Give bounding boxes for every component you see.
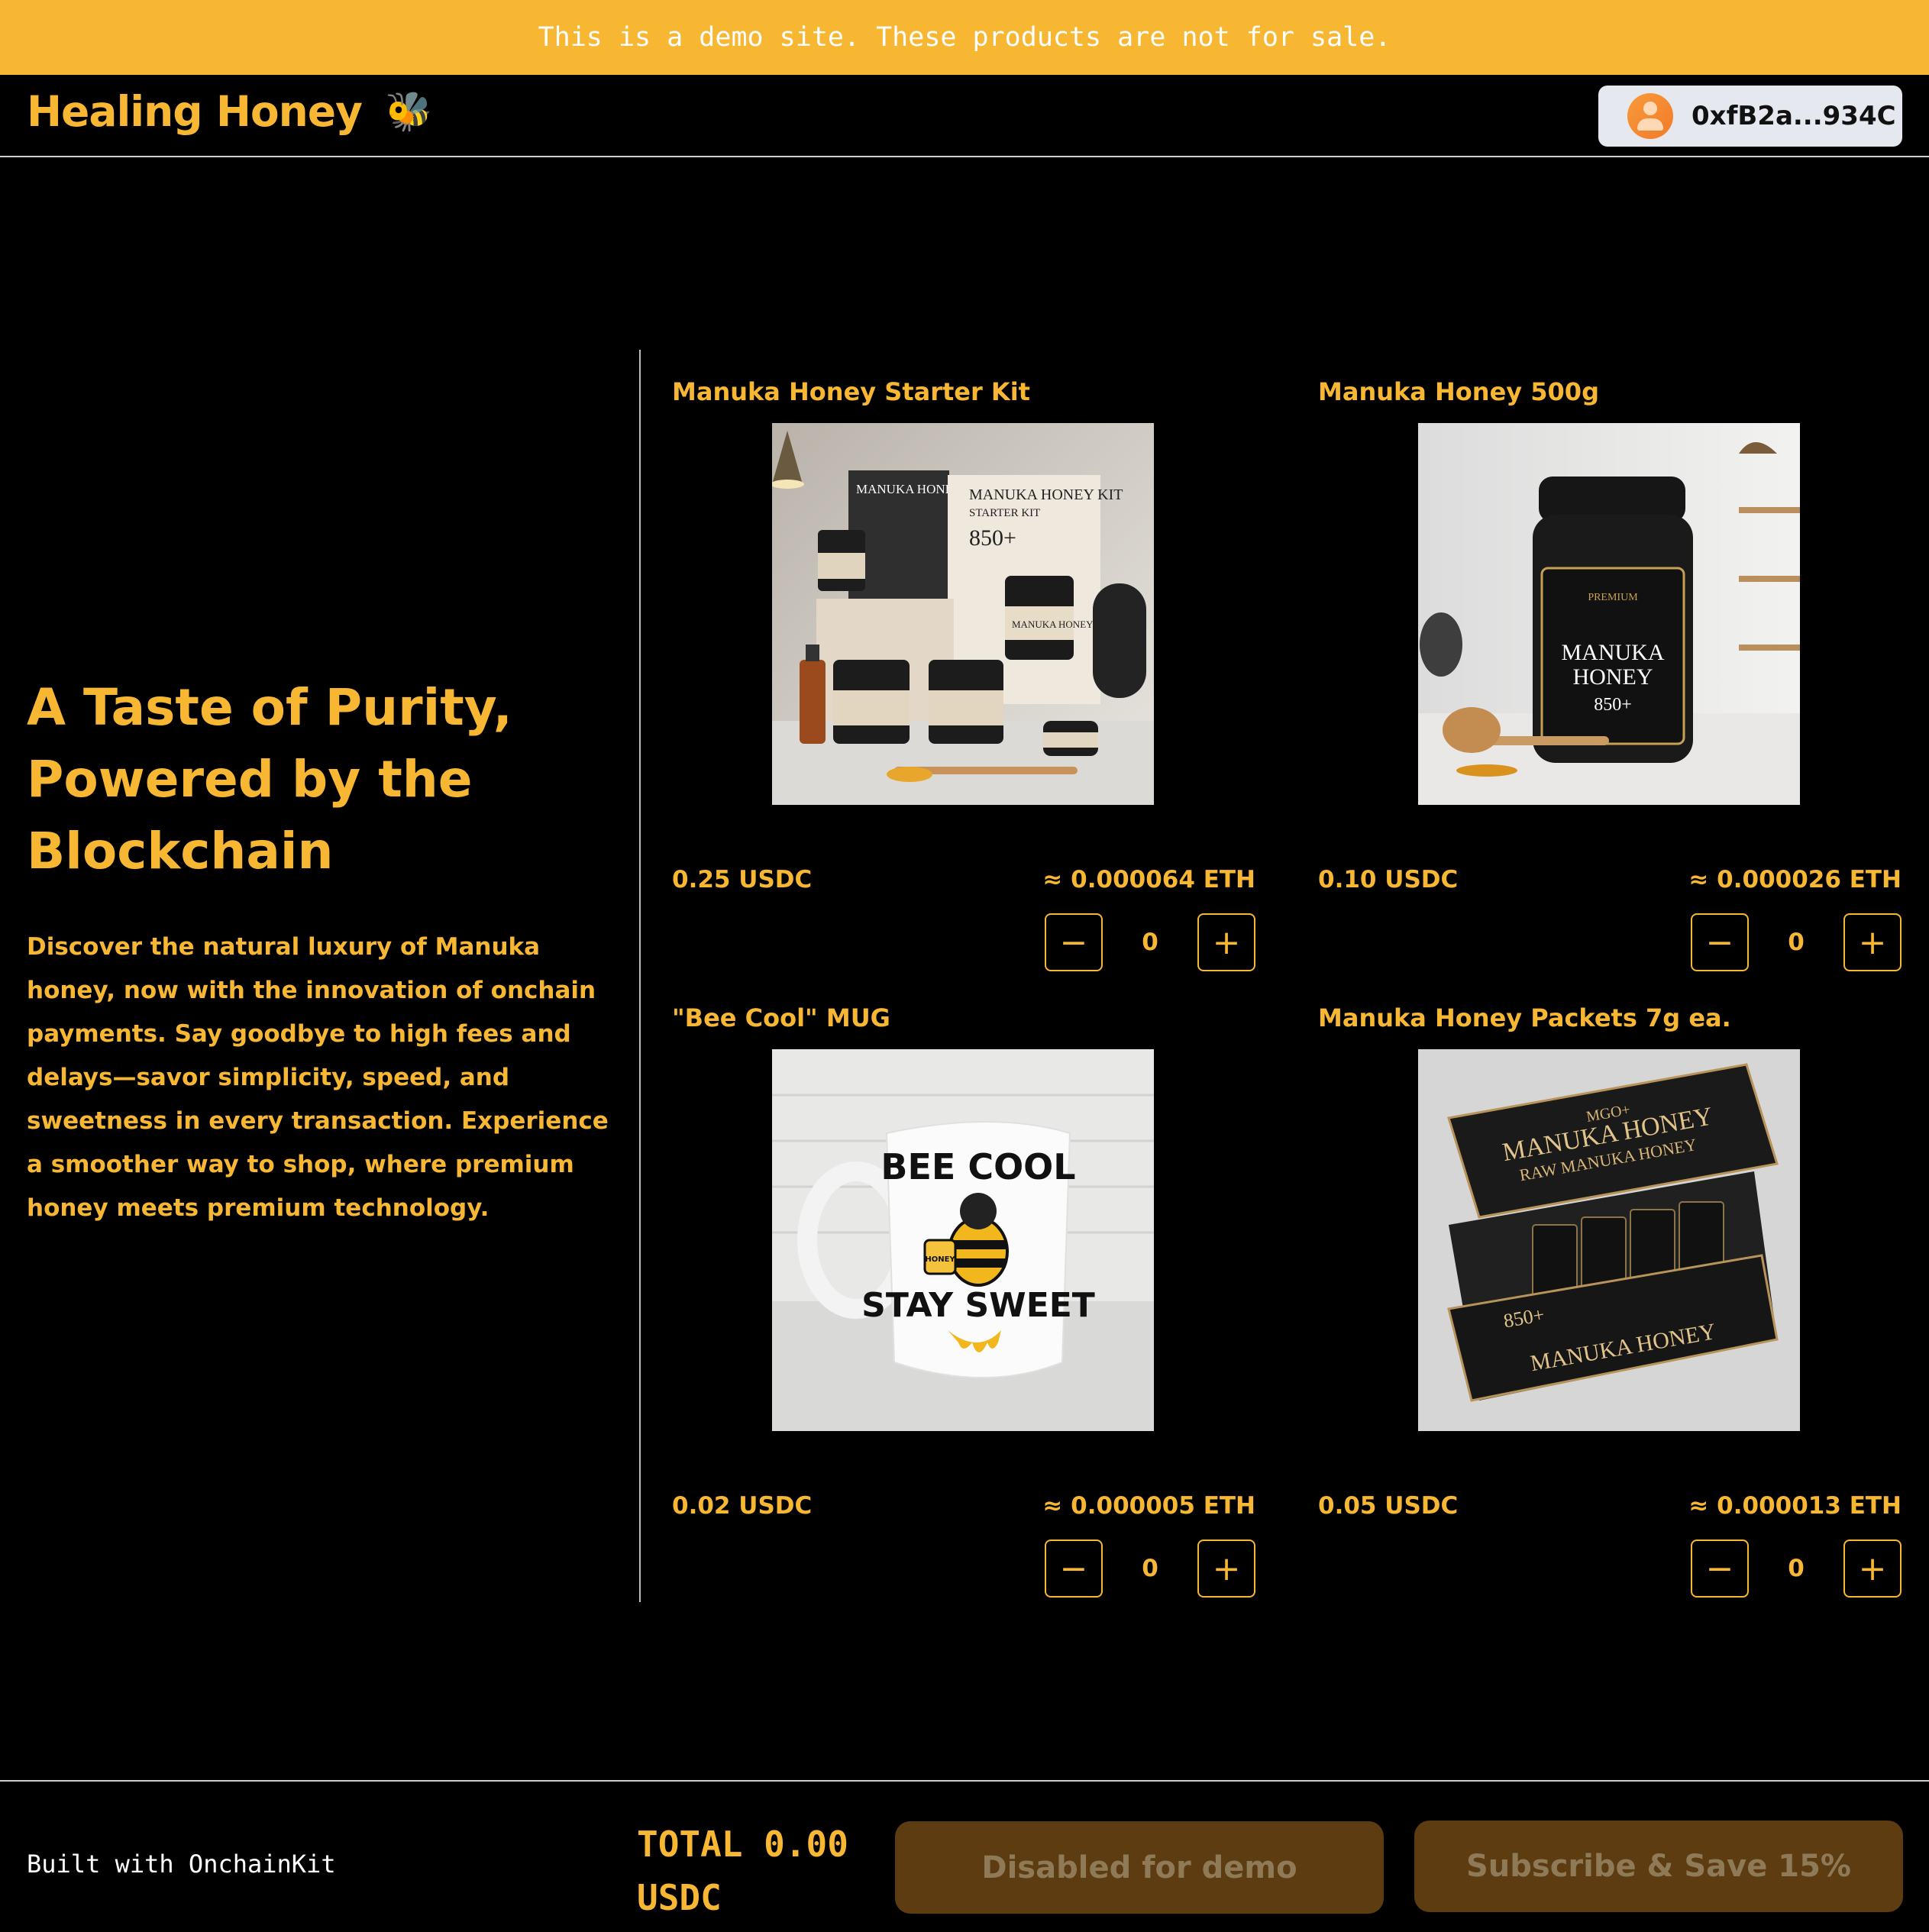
price-usdc: 0.25 USDC [672,866,813,893]
hero-title-line: Blockchain [27,822,334,880]
section-divider [639,350,641,1602]
price-eth: ≈ 0.000064 ETH [1042,866,1255,893]
svg-text:BEE COOL: BEE COOL [880,1146,1075,1187]
cart-total: TOTAL 0.00 USDC [637,1817,858,1924]
increment-button[interactable]: + [1197,913,1255,971]
svg-text:MANUKA: MANUKA [1562,640,1665,665]
quantity-stepper: − 0 + [1691,913,1902,971]
total-currency: USDC [637,1877,722,1918]
product-card-starter-kit: Manuka Honey Starter Kit MANUKA HONEY 85… [672,377,1255,971]
site-header: Healing Honey 🐝 0xfB2a...934C [0,75,1929,157]
price-row: 0.10 USDC ≈ 0.000026 ETH [1318,866,1902,893]
decrement-button[interactable]: − [1045,1539,1103,1598]
decrement-button[interactable]: − [1045,913,1103,971]
plus-icon: + [1212,922,1241,962]
bee-icon: 🐝 [384,89,432,134]
built-with-text: Built with OnchainKit [27,1850,336,1879]
quantity-value: 0 [1788,929,1805,956]
product-name: Manuka Honey Starter Kit [672,377,1030,406]
price-eth: ≈ 0.000005 ETH [1042,1492,1255,1520]
checkout-button[interactable]: Disabled for demo [895,1821,1384,1914]
subscribe-button[interactable]: Subscribe & Save 15% [1414,1821,1903,1912]
plus-icon: + [1858,922,1887,962]
svg-text:STARTER KIT: STARTER KIT [969,507,1040,519]
svg-text:850+: 850+ [1594,695,1632,715]
brand-name: Healing Honey [27,87,363,136]
product-card-honey-500g: Manuka Honey 500g PREMIUM MANUKA HONEY 8… [1318,377,1902,971]
minus-icon: − [1705,922,1734,962]
minus-icon: − [1059,1549,1088,1588]
quantity-stepper: − 0 + [1691,1539,1902,1598]
hero-title-line: Powered by the [27,750,473,809]
demo-banner-text: This is a demo site. These products are … [538,22,1391,53]
product-image-bee-cool-mug: BEE COOL HONEY STAY SWEET [772,1049,1154,1431]
decrement-button[interactable]: − [1691,913,1749,971]
brand-logo[interactable]: Healing Honey 🐝 [27,87,432,136]
quantity-value: 0 [1142,929,1158,956]
hero-description: Discover the natural luxury of Manuka ho… [27,933,609,1222]
avatar-icon [1627,93,1673,139]
price-eth: ≈ 0.000026 ETH [1688,866,1902,893]
product-card-bee-cool-mug: "Bee Cool" MUG BEE COOL HONEY STAY SWEET… [672,1003,1255,1598]
minus-icon: − [1059,922,1088,962]
price-row: 0.02 USDC ≈ 0.000005 ETH [672,1492,1255,1520]
quantity-stepper: − 0 + [1045,1539,1255,1598]
product-name: "Bee Cool" MUG [672,1003,890,1032]
increment-button[interactable]: + [1197,1539,1255,1598]
increment-button[interactable]: + [1843,1539,1902,1598]
footer-divider [0,1780,1929,1782]
hero-section: A Taste of Purity, Powered by the Blockc… [27,672,615,1230]
svg-text:HONEY: HONEY [1573,664,1653,690]
total-amount: TOTAL 0.00 [637,1824,848,1865]
price-eth: ≈ 0.000013 ETH [1688,1492,1902,1520]
price-row: 0.25 USDC ≈ 0.000064 ETH [672,866,1255,893]
demo-banner: This is a demo site. These products are … [0,0,1929,75]
svg-text:MANUKA HONEY KIT: MANUKA HONEY KIT [969,486,1123,503]
plus-icon: + [1858,1549,1887,1588]
honey-jar-illustration: PREMIUM MANUKA HONEY 850+ [1418,423,1800,805]
svg-text:850+: 850+ [969,525,1016,551]
plus-icon: + [1212,1549,1241,1588]
starter-kit-illustration: MANUKA HONEY 850+ MANUKA HONEY KIT START… [772,423,1154,805]
svg-text:STAY SWEET: STAY SWEET [861,1286,1095,1325]
price-row: 0.05 USDC ≈ 0.000013 ETH [1318,1492,1902,1520]
hero-title: A Taste of Purity, Powered by the Blockc… [27,672,615,887]
price-usdc: 0.05 USDC [1318,1492,1459,1520]
product-image-starter-kit: MANUKA HONEY 850+ MANUKA HONEY KIT START… [772,423,1154,805]
increment-button[interactable]: + [1843,913,1902,971]
wallet-address: 0xfB2a...934C [1692,101,1896,131]
price-usdc: 0.10 USDC [1318,866,1459,893]
quantity-stepper: − 0 + [1045,913,1255,971]
quantity-value: 0 [1142,1555,1158,1582]
price-usdc: 0.02 USDC [672,1492,813,1520]
minus-icon: − [1705,1549,1734,1588]
mug-illustration: BEE COOL HONEY STAY SWEET [772,1049,1154,1431]
product-image-honey-packets: MGO+ MANUKA HONEY RAW MANUKA HONEY MANUK… [1418,1049,1800,1431]
product-image-honey-500g: PREMIUM MANUKA HONEY 850+ [1418,423,1800,805]
product-name: Manuka Honey Packets 7g ea. [1318,1003,1731,1032]
product-card-honey-packets: Manuka Honey Packets 7g ea. MGO+ MANUKA … [1318,1003,1902,1598]
decrement-button[interactable]: − [1691,1539,1749,1598]
svg-text:HONEY: HONEY [925,1255,955,1264]
hero-title-line: A Taste of Purity, [27,678,512,737]
svg-text:PREMIUM: PREMIUM [1588,592,1638,603]
quantity-value: 0 [1788,1555,1805,1582]
product-name: Manuka Honey 500g [1318,377,1599,406]
wallet-button[interactable]: 0xfB2a...934C [1598,86,1902,147]
packets-illustration: MGO+ MANUKA HONEY RAW MANUKA HONEY MANUK… [1418,1049,1800,1431]
svg-text:MANUKA HONEY: MANUKA HONEY [1012,619,1094,630]
